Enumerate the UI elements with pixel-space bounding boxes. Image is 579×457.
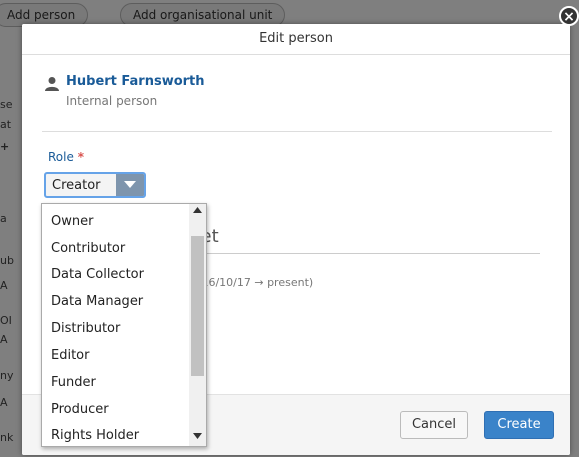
- dialog-title: Edit person: [22, 24, 570, 55]
- role-option[interactable]: Owner: [51, 214, 93, 229]
- dropdown-scrollbar[interactable]: [189, 204, 206, 446]
- create-button[interactable]: Create: [484, 411, 554, 439]
- required-marker: *: [77, 150, 84, 164]
- person-icon: [45, 77, 59, 91]
- role-option[interactable]: Funder: [51, 375, 96, 390]
- cancel-button[interactable]: Cancel: [400, 411, 468, 439]
- scroll-down-icon[interactable]: [193, 433, 202, 439]
- role-option[interactable]: Editor: [51, 348, 89, 363]
- role-option[interactable]: Data Manager: [51, 294, 143, 309]
- scrollbar-thumb[interactable]: [191, 236, 204, 376]
- role-label: Role *: [48, 150, 84, 164]
- role-option[interactable]: Producer: [51, 402, 109, 417]
- close-icon[interactable]: ×: [559, 6, 579, 26]
- scroll-up-icon[interactable]: [193, 207, 202, 213]
- divider: [42, 131, 552, 132]
- person-name-link[interactable]: Hubert Farnsworth: [66, 74, 205, 89]
- role-option[interactable]: Rights Holder: [51, 428, 139, 443]
- role-option[interactable]: Data Collector: [51, 267, 144, 282]
- role-selected-value: Creator: [52, 178, 101, 193]
- role-option[interactable]: Distributor: [51, 321, 120, 336]
- association-dates: (16/10/17 → present): [197, 276, 314, 289]
- role-dropdown-list: Owner Contributor Data Collector Data Ma…: [41, 203, 207, 447]
- chevron-down-icon[interactable]: [116, 174, 144, 196]
- role-select[interactable]: Creator: [44, 172, 146, 198]
- role-option[interactable]: Contributor: [51, 241, 125, 256]
- person-type: Internal person: [66, 94, 158, 108]
